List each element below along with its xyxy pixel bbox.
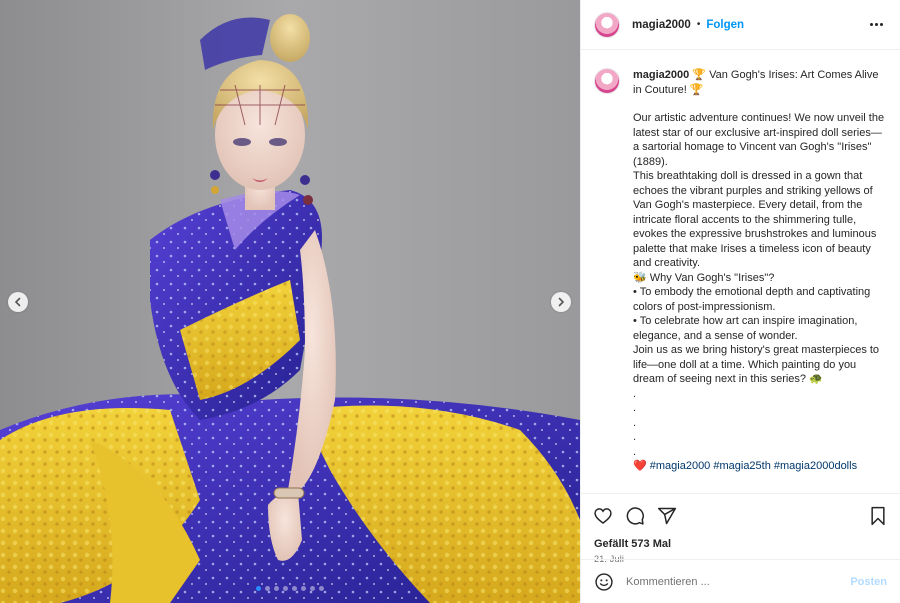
avatar[interactable]	[594, 11, 620, 38]
more-icon-dot	[880, 23, 883, 26]
carousel-next-button[interactable]	[551, 292, 571, 312]
caption-dot-line: .	[633, 431, 637, 443]
carousel-dot	[283, 586, 288, 591]
caption-paragraph: 🐝 Why Van Gogh's "Irises"?	[633, 271, 775, 284]
post-header: magia2000 • Folgen	[581, 0, 900, 50]
caption-paragraph: • To celebrate how art can inspire imagi…	[633, 315, 858, 342]
header-separator: •	[696, 19, 701, 30]
chevron-left-icon	[14, 297, 21, 307]
like-count[interactable]: Gefällt 573 Mal	[581, 537, 900, 551]
carousel-dot	[274, 586, 279, 591]
send-icon	[657, 507, 677, 524]
caption-avatar[interactable]	[594, 68, 620, 94]
carousel-indicator	[0, 586, 580, 591]
caption-title-line: magia2000 🏆 Van Gogh's Irises: Art Comes…	[633, 68, 887, 97]
caption-dot-line: .	[633, 416, 637, 429]
doll-photo	[0, 0, 580, 603]
caption: magia2000 🏆 Van Gogh's Irises: Art Comes…	[594, 68, 887, 474]
caption-username[interactable]: magia2000	[633, 69, 689, 81]
carousel-dot	[256, 586, 261, 591]
caption-body: magia2000 🏆 Van Gogh's Irises: Art Comes…	[633, 68, 887, 474]
heart-icon	[594, 507, 612, 524]
comment-button[interactable]	[624, 505, 646, 527]
caption-area[interactable]: magia2000 🏆 Van Gogh's Irises: Art Comes…	[581, 50, 900, 493]
carousel-dot	[310, 586, 315, 591]
caption-dot-line: .	[633, 402, 637, 414]
carousel-prev-button[interactable]	[8, 292, 28, 312]
post-viewer: magia2000 • Folgen magia2000 🏆 Van Gogh'…	[0, 0, 900, 603]
chevron-right-icon	[558, 297, 565, 307]
post-image[interactable]	[0, 0, 580, 603]
follow-button[interactable]: Folgen	[706, 19, 744, 31]
more-icon-dot	[875, 23, 878, 26]
caption-dot-line: .	[633, 387, 637, 400]
smiley-icon[interactable]	[594, 572, 614, 592]
carousel-dot	[265, 586, 270, 591]
carousel-dot	[319, 586, 324, 591]
caption-paragraphs: Our artistic adventure continues! We now…	[633, 111, 887, 387]
comment-icon	[626, 506, 644, 525]
carousel-dot	[292, 586, 297, 591]
comment-bar: Posten	[581, 559, 900, 603]
more-icon	[870, 23, 873, 26]
more-options-button[interactable]	[866, 19, 887, 30]
caption-paragraph: This breathtaking doll is dressed in a g…	[633, 170, 877, 269]
caption-dots: .....	[633, 387, 887, 460]
action-bar	[581, 493, 900, 537]
comment-input[interactable]	[626, 575, 851, 588]
caption-dot-line: .	[633, 445, 637, 458]
like-button[interactable]	[592, 505, 614, 527]
bookmark-icon	[871, 506, 885, 525]
header-username[interactable]: magia2000	[632, 19, 691, 31]
post-comment-button[interactable]: Posten	[850, 576, 887, 588]
carousel-dot	[301, 586, 306, 591]
save-button[interactable]	[867, 505, 889, 527]
caption-paragraph: Join us as we bring history's great mast…	[633, 344, 880, 385]
post-sidebar: magia2000 • Folgen magia2000 🏆 Van Gogh'…	[580, 0, 900, 603]
share-button[interactable]	[656, 505, 678, 527]
caption-hashtags[interactable]: ❤️ #magia2000 #magia25th #magia2000dolls	[633, 459, 887, 474]
caption-paragraph: Our artistic adventure continues! We now…	[633, 112, 885, 168]
caption-paragraph: • To embody the emotional depth and capt…	[633, 286, 871, 313]
